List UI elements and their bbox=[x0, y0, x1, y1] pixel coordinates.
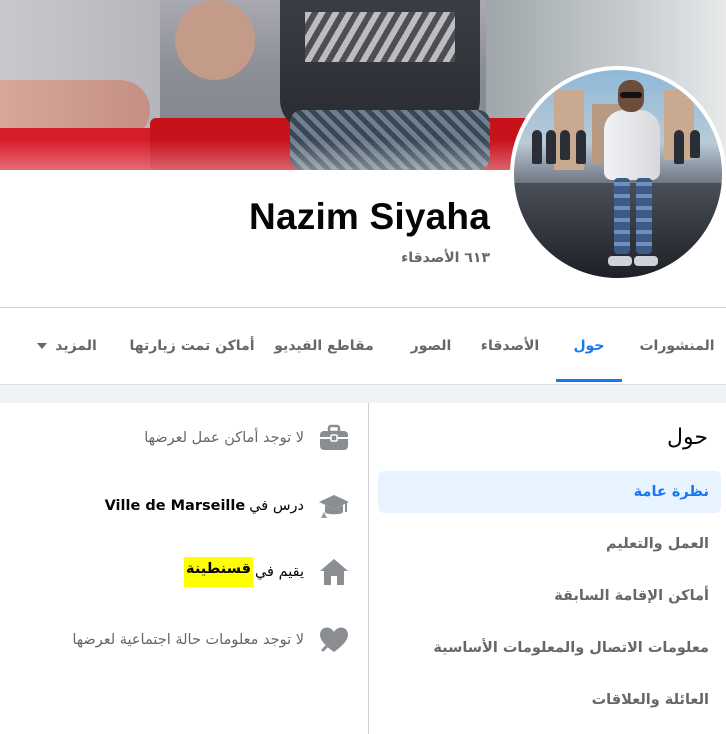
tab-friends[interactable]: الأصدقاء bbox=[470, 308, 550, 384]
detail-education: درس في Ville de Marseille bbox=[0, 486, 362, 526]
about-nav-contact-basic-info[interactable]: معلومات الاتصال والمعلومات الأساسية bbox=[378, 627, 721, 669]
profile-name: Nazim Siyaha bbox=[249, 196, 490, 237]
residence-prefix: يقيم في bbox=[254, 564, 304, 580]
about-nav-places-lived[interactable]: أماكن الإقامة السابقة bbox=[378, 575, 721, 617]
tab-more[interactable]: المزيد bbox=[22, 308, 112, 384]
tab-photos[interactable]: الصور bbox=[398, 308, 464, 384]
briefcase-icon bbox=[318, 422, 350, 454]
graduation-cap-icon bbox=[318, 490, 350, 522]
about-title: حول bbox=[667, 425, 708, 450]
heart-icon bbox=[318, 624, 350, 656]
column-divider bbox=[368, 403, 369, 734]
friends-count-link[interactable]: ٦١٣ الأصدقاء bbox=[401, 250, 490, 266]
home-icon bbox=[318, 556, 350, 588]
education-prefix: درس في bbox=[249, 498, 304, 514]
tab-places-visited[interactable]: أماكن تمت زيارتها bbox=[124, 308, 260, 384]
profile-tabs: المنشورات حول الأصدقاء الصور مقاطع الفيد… bbox=[0, 308, 726, 384]
education-place-link[interactable]: Ville de Marseille bbox=[105, 498, 246, 514]
profile-picture[interactable] bbox=[510, 66, 726, 282]
about-nav-overview[interactable]: نظرة عامة bbox=[378, 471, 721, 513]
caret-down-icon bbox=[37, 343, 48, 349]
about-nav-work-education[interactable]: العمل والتعليم bbox=[378, 523, 721, 565]
tab-posts[interactable]: المنشورات bbox=[628, 308, 726, 384]
tabs-separator bbox=[0, 384, 726, 404]
about-nav-family-relationships[interactable]: العائلة والعلاقات bbox=[378, 679, 721, 721]
residence-city-link[interactable]: قسنطينة bbox=[184, 557, 253, 587]
tab-about[interactable]: حول bbox=[556, 308, 622, 384]
detail-work: لا توجد أماكن عمل لعرضها bbox=[0, 418, 362, 458]
detail-relationship: لا توجد معلومات حالة اجتماعية لعرضها bbox=[0, 620, 362, 660]
tab-videos[interactable]: مقاطع الفيديو bbox=[268, 308, 380, 384]
detail-residence: يقيم في قسنطينة bbox=[0, 552, 362, 592]
